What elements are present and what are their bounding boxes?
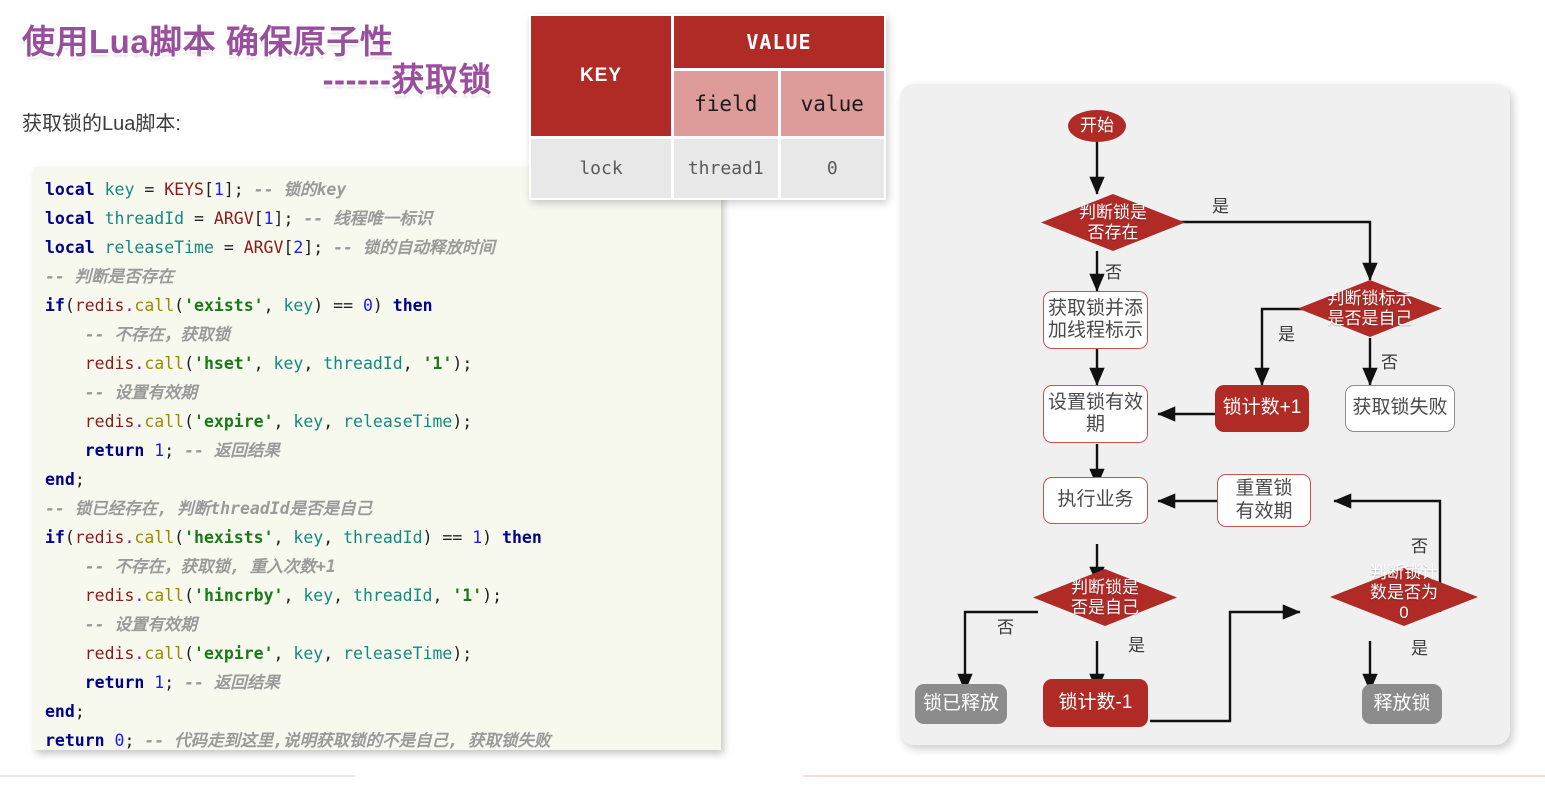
table-header-key: KEY (531, 16, 671, 139)
code-line: redis.call('hset', key, threadId, '1'); (84, 354, 473, 373)
table-subheader-row: field value (674, 71, 884, 139)
flow-node-release-lock: 释放锁 (1362, 684, 1442, 724)
table-value-column: VALUE field value thread1 0 (674, 16, 884, 198)
flow-node-set-expire-label: 设置锁有效期 (1047, 391, 1143, 435)
code-line: end; (45, 702, 85, 721)
code-line: return 0; -- 代码走到这里,说明获取锁的不是自己, 获取锁失败 (45, 731, 551, 750)
edge-label-count-yes: 是 (1411, 639, 1428, 658)
flow-node-check-is-self: 判断锁标示 是否是自己 (1298, 280, 1442, 337)
code-line: redis.call('expire', key, releaseTime); (84, 644, 473, 663)
flow-node-start-label: 开始 (1080, 115, 1114, 135)
table-header-value: VALUE (674, 16, 884, 71)
flow-node-acquire-fail-label: 获取锁失败 (1352, 397, 1448, 419)
flow-node-release-lock-label: 释放锁 (1373, 692, 1431, 714)
table-subheader-value: value (780, 71, 884, 136)
lua-code-block: local key = KEYS[1]; -- 锁的key local threa… (33, 167, 721, 750)
code-line: -- 判断是否存在 (45, 267, 174, 286)
edge-label-is-self-no: 否 (1381, 353, 1398, 372)
flow-node-check-exists: 判断锁是 否存在 (1041, 194, 1185, 251)
edge-label-is-self-yes: 是 (1278, 325, 1295, 344)
flow-node-lock-count-plus: 锁计数+1 (1215, 385, 1309, 432)
code-line: -- 锁已经存在, 判断threadId是否是自己 (45, 499, 373, 518)
flow-node-acquire-add-thread: 获取锁并添 加线程标示 (1043, 291, 1148, 349)
code-line: return 1; -- 返回结果 (84, 673, 280, 692)
code-line: local threadId = ARGV[1]; -- 线程唯一标识 (45, 209, 433, 228)
page-subtitle-dash: ------获取锁 (322, 61, 492, 99)
table-row: thread1 0 (674, 139, 884, 198)
code-line: redis.call('expire', key, releaseTime); (84, 412, 473, 431)
flow-node-do-business: 执行业务 (1043, 477, 1148, 524)
flow-node-set-expire: 设置锁有效期 (1043, 385, 1148, 443)
code-line: end; (45, 470, 85, 489)
table-cell-key: lock (531, 139, 671, 198)
table-cell-value: 0 (780, 139, 884, 198)
flow-node-do-business-label: 执行业务 (1057, 489, 1134, 511)
flow-node-check-count-zero-label: 判断锁计 数是否为 0 (1370, 563, 1438, 623)
code-line: if(redis.call('exists', key) == 0) then (45, 296, 433, 315)
bottom-divider (0, 775, 1545, 777)
flow-node-lock-released: 锁已释放 (915, 684, 1007, 724)
flow-node-check-is-self-label: 判断锁标示 是否是自己 (1327, 289, 1413, 329)
flow-node-lock-released-label: 锁已释放 (922, 692, 999, 714)
edge-label-owner-yes: 是 (1128, 636, 1145, 655)
code-line: if(redis.call('hexists', key, threadId) … (45, 528, 542, 547)
flow-node-lock-count-minus: 锁计数-1 (1043, 679, 1148, 727)
flow-node-check-count-zero: 判断锁计 数是否为 0 (1330, 563, 1478, 626)
table-subheader-field: field (674, 71, 781, 136)
flow-node-check-exists-label: 判断锁是 否存在 (1079, 203, 1147, 243)
table-cell-field: thread1 (674, 139, 781, 198)
code-line: return 1; -- 返回结果 (84, 441, 280, 460)
flow-node-check-owner: 判断锁是 否是自己 (1033, 569, 1177, 626)
code-line: redis.call('hincrby', key, threadId, '1'… (84, 586, 503, 605)
flow-node-acquire-fail: 获取锁失败 (1345, 385, 1455, 432)
flow-node-lock-count-plus-label: 锁计数+1 (1222, 397, 1302, 419)
code-line: -- 设置有效期 (84, 383, 198, 402)
flow-node-check-owner-label: 判断锁是 否是自己 (1071, 578, 1139, 618)
code-caption: 获取锁的Lua脚本: (22, 112, 181, 135)
edge-label-exists-no: 否 (1105, 263, 1122, 282)
page-title: 使用Lua脚本 确保原子性 (22, 23, 394, 60)
code-line: -- 设置有效期 (84, 615, 198, 634)
code-line: -- 不存在，获取锁 (84, 325, 231, 344)
edge-label-count-no: 否 (1411, 537, 1428, 556)
flow-node-start: 开始 (1068, 110, 1126, 142)
code-line: -- 不存在，获取锁, 重入次数+1 (84, 557, 336, 576)
edge-label-exists-yes: 是 (1212, 197, 1229, 216)
flow-node-reset-expire-label: 重置锁 有效期 (1235, 478, 1293, 522)
flow-node-lock-count-minus-label: 锁计数-1 (1058, 691, 1133, 713)
table-key-column: KEY lock (531, 16, 674, 198)
edge-label-owner-no: 否 (997, 618, 1014, 637)
flow-node-acquire-add-thread-label: 获取锁并添 加线程标示 (1047, 297, 1143, 341)
title-block: 使用Lua脚本 确保原子性 ------获取锁 获取锁的Lua脚本: (22, 22, 492, 136)
flow-node-reset-expire: 重置锁 有效期 (1217, 474, 1311, 527)
code-line: local releaseTime = ARGV[2]; -- 锁的自动释放时间 (45, 238, 495, 257)
redis-hash-table: KEY lock VALUE field value thread1 0 (529, 14, 886, 200)
